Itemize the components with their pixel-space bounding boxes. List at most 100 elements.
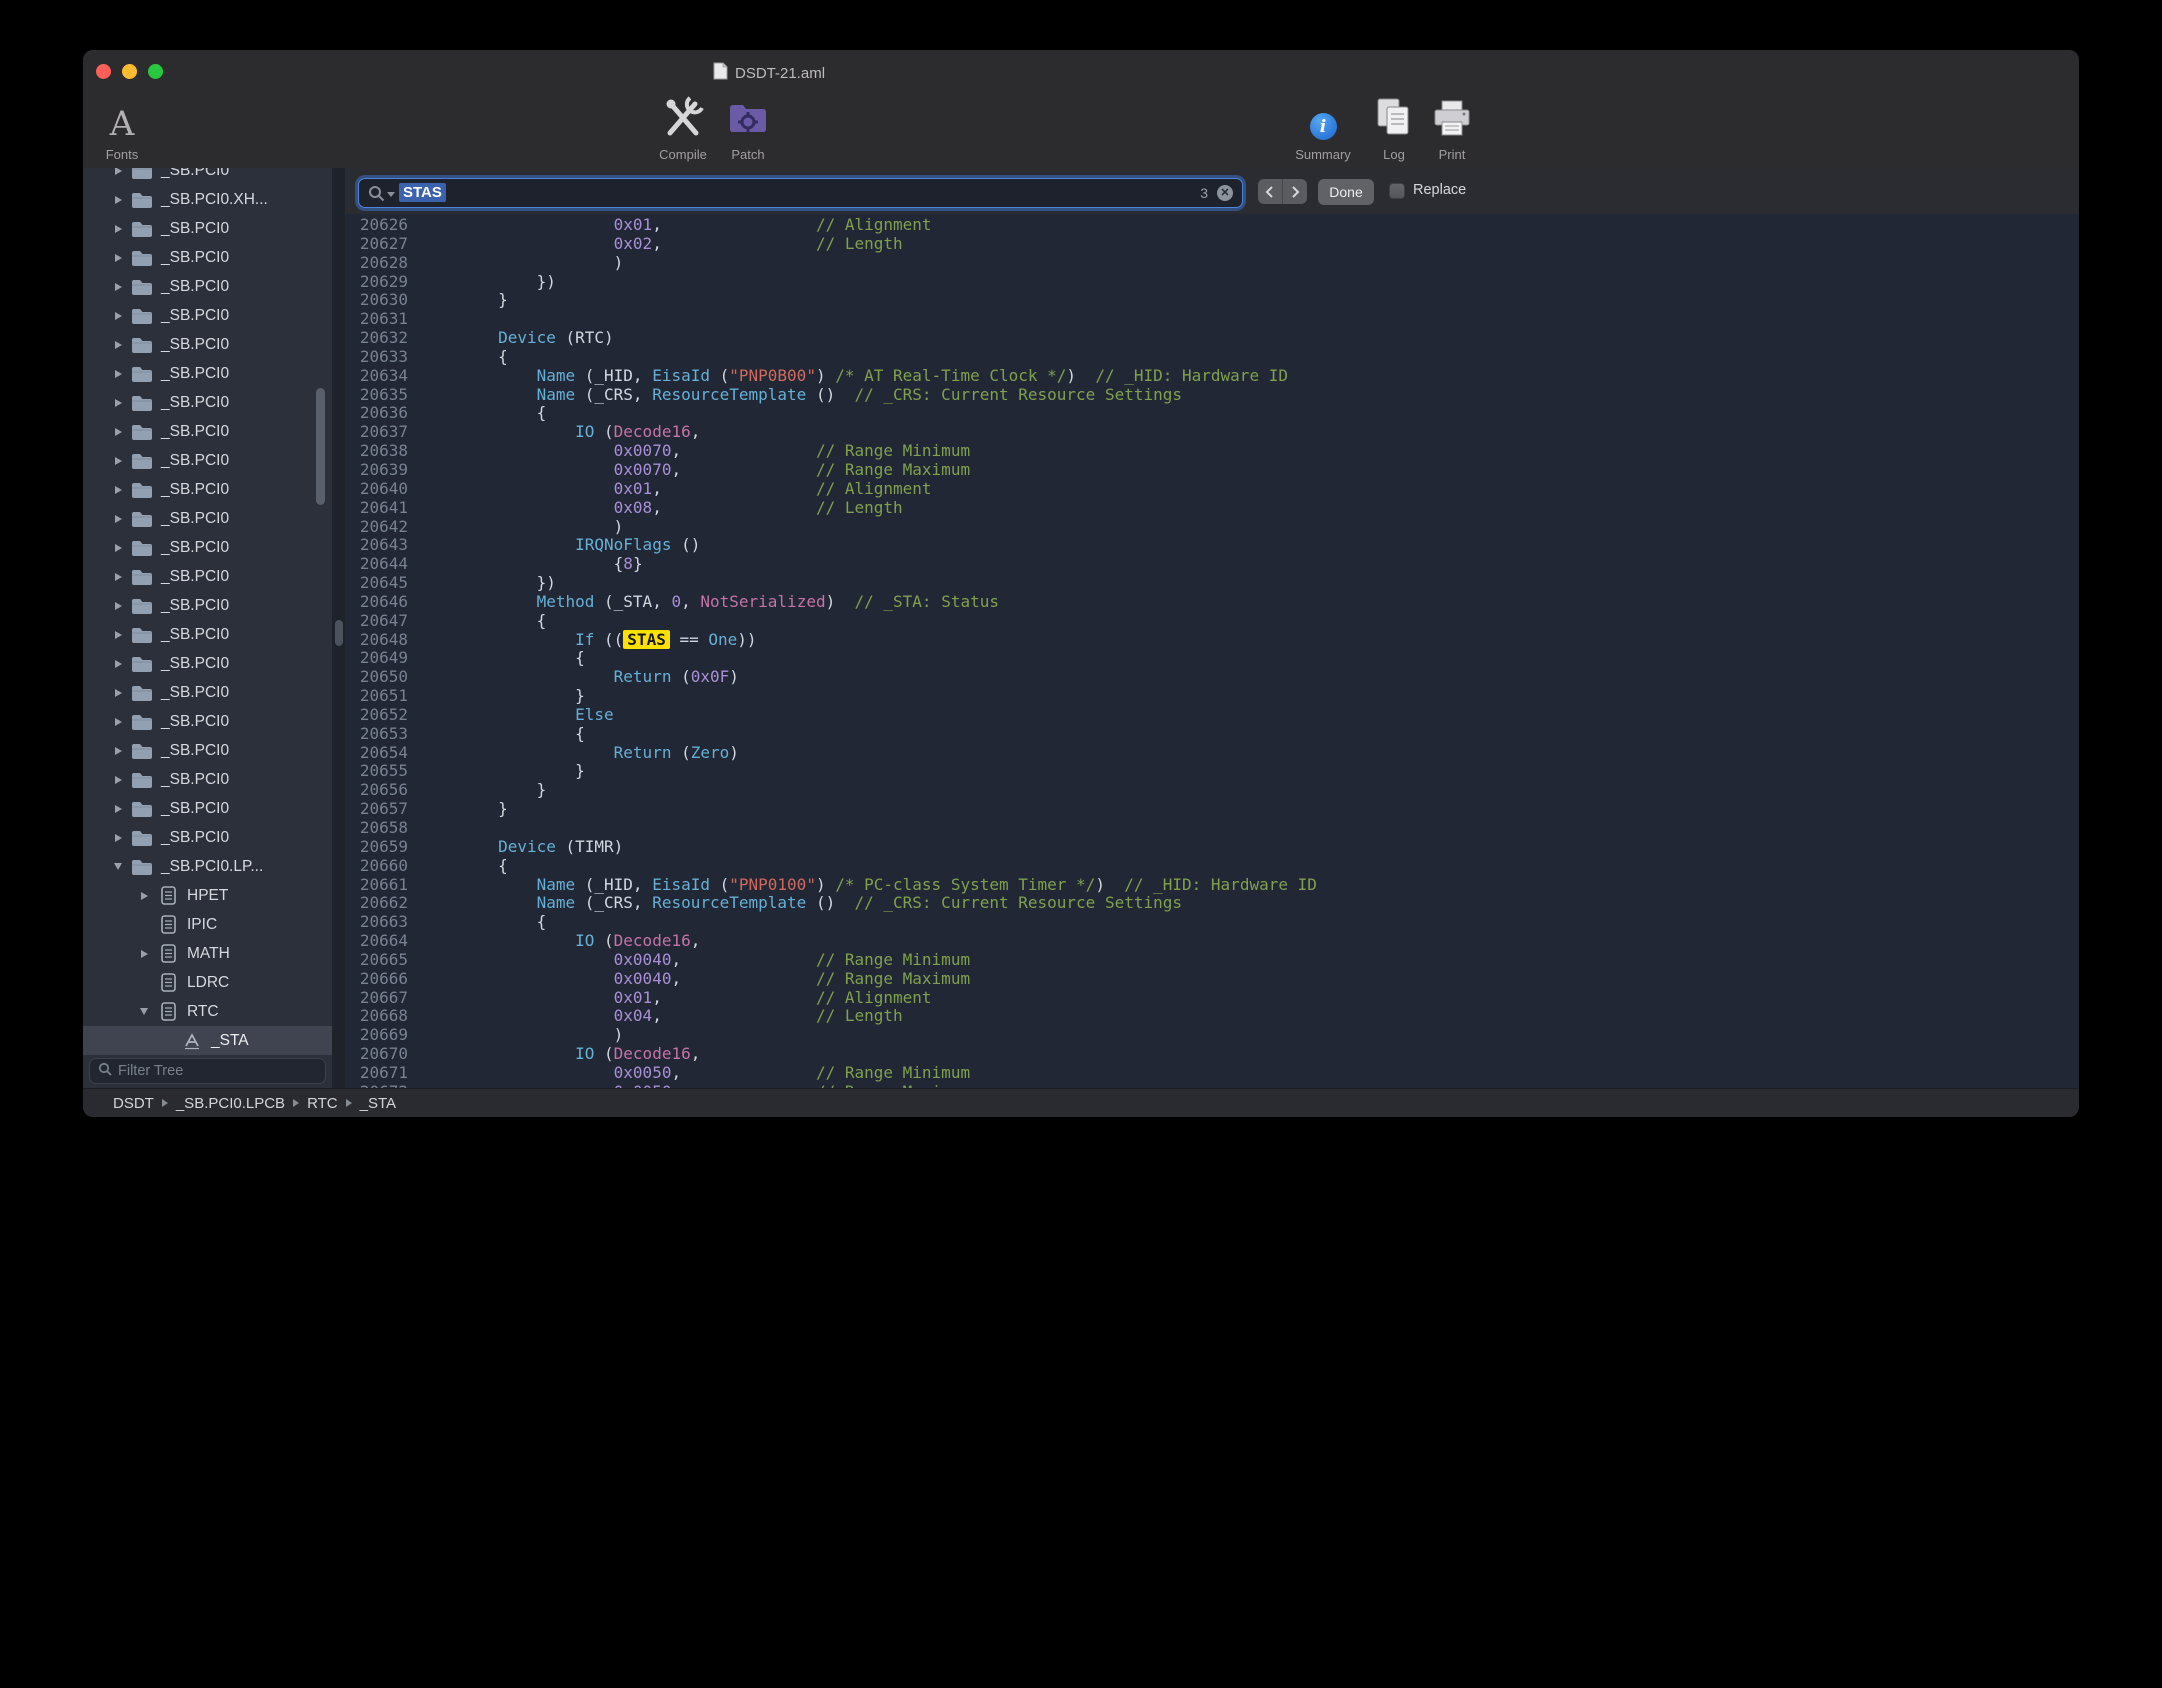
code-token: (_STA, <box>594 592 671 611</box>
tree-item-sb-pci0[interactable]: _SB.PCI0 <box>83 533 332 562</box>
disclosure-right-icon[interactable] <box>111 744 125 758</box>
tree-item-sb-pci0[interactable]: _SB.PCI0 <box>83 168 332 185</box>
tree-item-math[interactable]: MATH <box>83 939 332 968</box>
tree-item-ipic[interactable]: IPIC <box>83 910 332 939</box>
tree-item-sb-pci0[interactable]: _SB.PCI0 <box>83 707 332 736</box>
disclosure-right-icon[interactable] <box>111 541 125 555</box>
tree-item-sb-pci0[interactable]: _SB.PCI0 <box>83 243 332 272</box>
pane-splitter-handle[interactable] <box>335 620 343 646</box>
line-number: 20652 <box>345 706 408 725</box>
zoom-button[interactable] <box>148 64 163 79</box>
code-token: "PNP0100" <box>729 875 816 894</box>
tree-item-sb-pci0[interactable]: _SB.PCI0 <box>83 649 332 678</box>
tree-item-sb-pci0[interactable]: _SB.PCI0 <box>83 504 332 533</box>
disclosure-right-icon[interactable] <box>111 425 125 439</box>
tree-item-sb-pci0[interactable]: _SB.PCI0 <box>83 359 332 388</box>
tree-item-sb-pci0[interactable]: _SB.PCI0 <box>83 475 332 504</box>
tree-item-sb-pci0[interactable]: _SB.PCI0 <box>83 794 332 823</box>
breadcrumb-item[interactable]: RTC <box>307 1095 338 1112</box>
disclosure-right-icon[interactable] <box>111 454 125 468</box>
disclosure-right-icon[interactable] <box>111 251 125 265</box>
breadcrumb-item[interactable]: _SB.PCI0.LPCB <box>176 1095 285 1112</box>
disclosure-right-icon[interactable] <box>111 657 125 671</box>
clear-search-icon[interactable]: ✕ <box>1217 185 1233 201</box>
tree-item-sta[interactable]: _STA <box>83 1026 332 1055</box>
tree-item-sb-pci0[interactable]: _SB.PCI0 <box>83 736 332 765</box>
tree-outline[interactable]: _SB.PCI0_SB.PCI0.XH..._SB.PCI0_SB.PCI0_S… <box>83 168 332 1055</box>
tree-item-label: _SB.PCI0 <box>161 626 229 644</box>
breadcrumb-item[interactable]: _STA <box>360 1095 396 1112</box>
code-token <box>421 592 537 611</box>
find-previous-button[interactable] <box>1258 179 1282 204</box>
disclosure-right-icon[interactable] <box>111 483 125 497</box>
tree-item-sb-pci0[interactable]: _SB.PCI0 <box>83 214 332 243</box>
disclosure-right-icon[interactable] <box>111 686 125 700</box>
done-button[interactable]: Done <box>1318 179 1374 205</box>
code-token: // Length <box>816 1006 903 1025</box>
disclosure-right-icon[interactable] <box>111 599 125 613</box>
disclosure-right-icon[interactable] <box>111 193 125 207</box>
print-toolbar-button[interactable]: Print <box>1417 96 1487 162</box>
disclosure-right-icon[interactable] <box>111 367 125 381</box>
line-number: 20632 <box>345 329 408 348</box>
tree-item-sb-pci0-lp[interactable]: _SB.PCI0.LP... <box>83 852 332 881</box>
sidebar-scrollbar[interactable] <box>316 388 325 505</box>
disclosure-right-icon[interactable] <box>111 222 125 236</box>
breadcrumb-item[interactable]: DSDT <box>113 1095 154 1112</box>
tree-item-sb-pci0[interactable]: _SB.PCI0 <box>83 388 332 417</box>
code-token: // _CRS: Current Resource Settings <box>854 893 1182 912</box>
tree-item-sb-pci0[interactable]: _SB.PCI0 <box>83 417 332 446</box>
disclosure-right-icon[interactable] <box>111 570 125 584</box>
minimize-button[interactable] <box>122 64 137 79</box>
disclosure-right-icon[interactable] <box>111 512 125 526</box>
fonts-toolbar-button[interactable]: A Fonts <box>87 96 157 162</box>
replace-checkbox[interactable] <box>1389 183 1405 199</box>
disclosure-right-icon[interactable] <box>111 773 125 787</box>
code-token: ( <box>710 875 729 894</box>
find-bar: STAS 3 ✕ Done Replace <box>345 168 2079 214</box>
tree-item-sb-pci0[interactable]: _SB.PCI0 <box>83 446 332 475</box>
tree-item-sb-pci0-xh[interactable]: _SB.PCI0.XH... <box>83 185 332 214</box>
disclosure-right-icon[interactable] <box>111 280 125 294</box>
find-input[interactable]: STAS 3 ✕ <box>358 178 1243 208</box>
disclosure-right-icon[interactable] <box>137 889 151 903</box>
tree-item-ldrc[interactable]: LDRC <box>83 968 332 997</box>
code-token: Name <box>537 893 576 912</box>
disclosure-right-icon[interactable] <box>137 947 151 961</box>
line-number: 20665 <box>345 951 408 970</box>
filter-tree-field[interactable]: Filter Tree <box>89 1058 326 1084</box>
tree-item-sb-pci0[interactable]: _SB.PCI0 <box>83 301 332 330</box>
disclosure-right-icon[interactable] <box>111 831 125 845</box>
disclosure-down-icon[interactable] <box>137 1005 151 1019</box>
compile-label: Compile <box>659 147 707 162</box>
search-icon[interactable] <box>368 185 385 207</box>
tree-item-sb-pci0[interactable]: _SB.PCI0 <box>83 272 332 301</box>
disclosure-right-icon[interactable] <box>111 802 125 816</box>
disclosure-right-icon[interactable] <box>111 628 125 642</box>
tree-item-sb-pci0[interactable]: _SB.PCI0 <box>83 330 332 359</box>
disclosure-right-icon[interactable] <box>111 396 125 410</box>
search-menu-caret-icon[interactable] <box>387 192 395 197</box>
tree-item-sb-pci0[interactable]: _SB.PCI0 <box>83 678 332 707</box>
tree-item-sb-pci0[interactable]: _SB.PCI0 <box>83 562 332 591</box>
tree-item-sb-pci0[interactable]: _SB.PCI0 <box>83 620 332 649</box>
tree-item-rtc[interactable]: RTC <box>83 997 332 1026</box>
code-token: , <box>652 1006 816 1025</box>
tree-item-sb-pci0[interactable]: _SB.PCI0 <box>83 823 332 852</box>
disclosure-right-icon[interactable] <box>111 715 125 729</box>
patch-toolbar-button[interactable]: Patch <box>708 96 788 162</box>
tree-item-sb-pci0[interactable]: _SB.PCI0 <box>83 591 332 620</box>
code-token: Decode16 <box>614 1044 691 1063</box>
code-editor[interactable]: 20626 0x01, // Alignment20627 0x02, // L… <box>345 214 2079 1088</box>
code-token: }) <box>421 573 556 592</box>
tree-item-hpet[interactable]: HPET <box>83 881 332 910</box>
disclosure-right-icon[interactable] <box>111 338 125 352</box>
disclosure-right-icon[interactable] <box>111 309 125 323</box>
disclosure-right-icon[interactable] <box>111 168 125 178</box>
find-next-button[interactable] <box>1282 179 1307 204</box>
summary-toolbar-button[interactable]: i Summary <box>1287 96 1359 162</box>
close-button[interactable] <box>96 64 111 79</box>
disclosure-down-icon[interactable] <box>111 860 125 874</box>
tree-item-sb-pci0[interactable]: _SB.PCI0 <box>83 765 332 794</box>
code-line: 20632 Device (RTC) <box>345 329 2079 348</box>
